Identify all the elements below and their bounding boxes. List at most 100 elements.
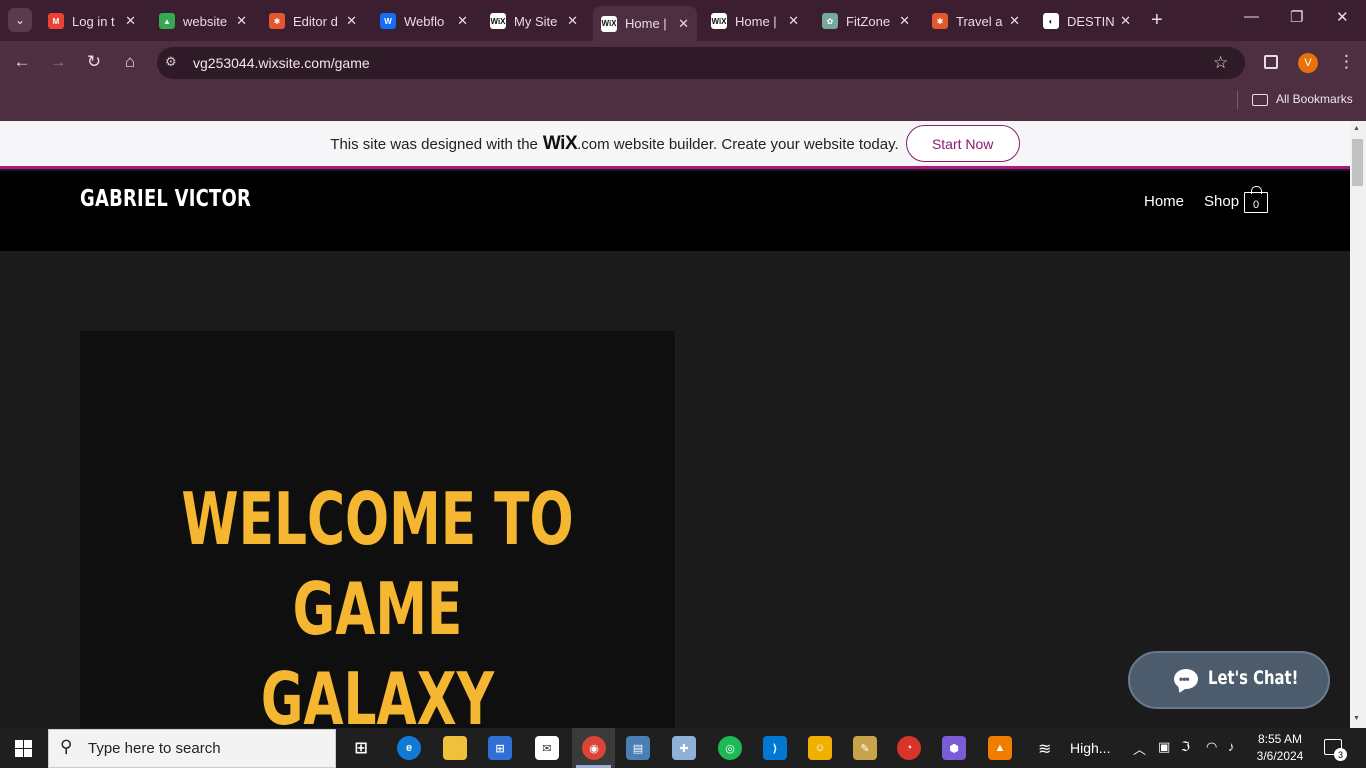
tab-title: My Site	[514, 13, 558, 29]
webflow-icon: W	[380, 13, 396, 29]
tab-title: Editor d	[293, 13, 338, 29]
profile-avatar[interactable]: V	[1298, 53, 1318, 73]
tab-title: website	[183, 13, 228, 29]
tab-title: FitZone	[846, 13, 891, 29]
side-panel-icon[interactable]	[1264, 55, 1278, 69]
url-text[interactable]: vg253044.wixsite.com/game	[193, 55, 370, 71]
speedtest-icon[interactable]: ◔	[897, 736, 921, 760]
tab-title: Log in t	[72, 13, 115, 29]
close-window-icon[interactable]: ✕	[1336, 8, 1349, 26]
wix-icon: WiX	[601, 15, 617, 32]
scroll-down-arrow-icon[interactable]: ▼	[1353, 715, 1360, 722]
tab-close-icon[interactable]: ✕	[788, 13, 799, 29]
tab-title: Travel a	[956, 13, 1003, 29]
vlc-icon[interactable]: ▲	[988, 736, 1012, 760]
wifi-icon[interactable]: ◠	[1206, 739, 1217, 755]
chatgpt-icon: ✿	[822, 13, 838, 29]
wix-promo-text: This site was designed with the WiX .com …	[330, 133, 898, 155]
browser-tab[interactable]: WiX Home | ✕	[593, 6, 697, 41]
folder-icon[interactable]	[1252, 94, 1268, 106]
edge-icon[interactable]: e	[397, 736, 421, 760]
browser-tab[interactable]: WiX Home | ✕	[703, 8, 807, 34]
hero-line-1: WELCOME TO	[181, 477, 574, 561]
browser-tab[interactable]: W Webflo ✕	[372, 8, 476, 34]
search-icon: ⚲	[60, 737, 73, 756]
tab-title: DESTIN	[1067, 13, 1115, 29]
notes-app-icon[interactable]: ✎	[853, 736, 877, 760]
back-arrow-icon[interactable]: ←	[11, 52, 33, 72]
minimize-icon[interactable]: —	[1244, 8, 1259, 25]
tab-close-icon[interactable]: ✕	[567, 13, 578, 29]
network-app-icon[interactable]: ▤	[626, 736, 650, 760]
page-scrollbar[interactable]	[1350, 121, 1366, 728]
browser-tab[interactable]: WiX My Site ✕	[482, 8, 586, 34]
wind-weather-icon[interactable]: ≋	[1038, 739, 1051, 759]
smile-app-icon[interactable]: ☺	[808, 736, 832, 760]
tab-close-icon[interactable]: ✕	[125, 13, 136, 29]
tab-title: Webflo	[404, 13, 445, 29]
input-language-icon[interactable]: ℑ	[1181, 739, 1190, 755]
tab-search-chevron-icon[interactable]: ⌄	[8, 8, 32, 32]
tab-close-icon[interactable]: ✕	[346, 13, 357, 29]
wix-promo-banner: This site was designed with the WiX .com …	[0, 121, 1350, 169]
reload-icon[interactable]: ↻	[83, 52, 105, 72]
wix-icon: WiX	[711, 13, 727, 29]
site-brand[interactable]: GABRIEL VICTOR	[80, 186, 251, 212]
hero-title: WELCOME TO GAME GALAXY	[80, 474, 675, 744]
task-view-icon[interactable]: ⊞	[349, 736, 373, 760]
tab-close-icon[interactable]: ✕	[236, 13, 247, 29]
menu-kebab-icon[interactable]: ⋮	[1338, 52, 1355, 72]
site-info-icon[interactable]: ⚙	[165, 54, 177, 70]
game-controller-icon[interactable]: ✚	[672, 736, 696, 760]
browser-tab[interactable]: ✱ Travel a ✕	[924, 8, 1028, 34]
nav-home-link[interactable]: Home	[1144, 193, 1184, 210]
tab-close-icon[interactable]: ✕	[1009, 13, 1020, 29]
new-tab-button[interactable]: +	[1151, 9, 1163, 31]
browser-tab[interactable]: ✱ Editor d ✕	[261, 8, 365, 34]
chrome-icon[interactable]: ◉	[582, 736, 606, 760]
tab-title: Home |	[625, 16, 667, 31]
mail-icon[interactable]: ✉	[535, 736, 559, 760]
hero-line-2: GAME	[292, 567, 463, 651]
home-icon[interactable]: ⌂	[119, 52, 141, 72]
chat-dots: •••	[1179, 672, 1190, 686]
restore-icon[interactable]: ❐	[1290, 8, 1303, 26]
browser-tab[interactable]: ✿ FitZone ✕	[814, 8, 918, 34]
weather-text[interactable]: High...	[1070, 740, 1110, 756]
ms-store-icon[interactable]: ⊞	[488, 736, 512, 760]
browser-tab[interactable]: ◐ DESTIN ✕	[1035, 8, 1139, 34]
scroll-up-arrow-icon[interactable]: ▲	[1353, 125, 1360, 132]
clock-date: 3/6/2024	[1256, 749, 1304, 763]
clock-time: 8:55 AM	[1257, 732, 1303, 746]
taskbar-search-placeholder[interactable]: Type here to search	[88, 740, 221, 757]
tab-close-icon[interactable]: ✕	[457, 13, 468, 29]
hex-app-icon[interactable]: ⬢	[942, 736, 966, 760]
cart-count: 0	[1252, 199, 1260, 211]
tray-chevron-up-icon[interactable]: ︿	[1133, 739, 1146, 758]
windows-start-icon[interactable]	[15, 740, 32, 757]
start-now-button[interactable]: Start Now	[905, 125, 1020, 162]
nav-shop-link[interactable]: Shop	[1204, 193, 1239, 210]
browser-tab[interactable]: ▲ website ✕	[151, 8, 255, 34]
forward-arrow-icon[interactable]: →	[47, 52, 69, 72]
all-bookmarks-link[interactable]: All Bookmarks	[1276, 92, 1353, 106]
wix-logo[interactable]: WiX	[543, 133, 578, 155]
browser-tab[interactable]: M Log in t ✕	[40, 8, 144, 34]
chrome-profile-icon[interactable]: ◎	[718, 736, 742, 760]
bookmarks-divider	[1237, 91, 1238, 109]
meet-now-icon[interactable]: ▣	[1158, 739, 1170, 755]
volume-icon[interactable]: ♪	[1228, 739, 1235, 754]
tab-close-icon[interactable]: ✕	[678, 16, 689, 32]
drive-icon: ▲	[159, 13, 175, 29]
tab-title: Home |	[735, 13, 777, 29]
scrollbar-thumb[interactable]	[1352, 139, 1363, 186]
tab-close-icon[interactable]: ✕	[1120, 13, 1131, 29]
tab-close-icon[interactable]: ✕	[899, 13, 910, 29]
bookmark-star-icon[interactable]: ☆	[1213, 53, 1228, 73]
taskbar-clock[interactable]: 8:55 AM 3/6/2024	[1252, 731, 1308, 765]
vscode-icon[interactable]: ⟩	[763, 736, 787, 760]
wix-text-after: .com website builder. Create your websit…	[577, 135, 899, 153]
chat-label[interactable]: Let's Chat!	[1208, 667, 1298, 689]
file-explorer-icon[interactable]	[443, 736, 467, 760]
cart-bag-icon[interactable]: 0	[1244, 186, 1268, 213]
